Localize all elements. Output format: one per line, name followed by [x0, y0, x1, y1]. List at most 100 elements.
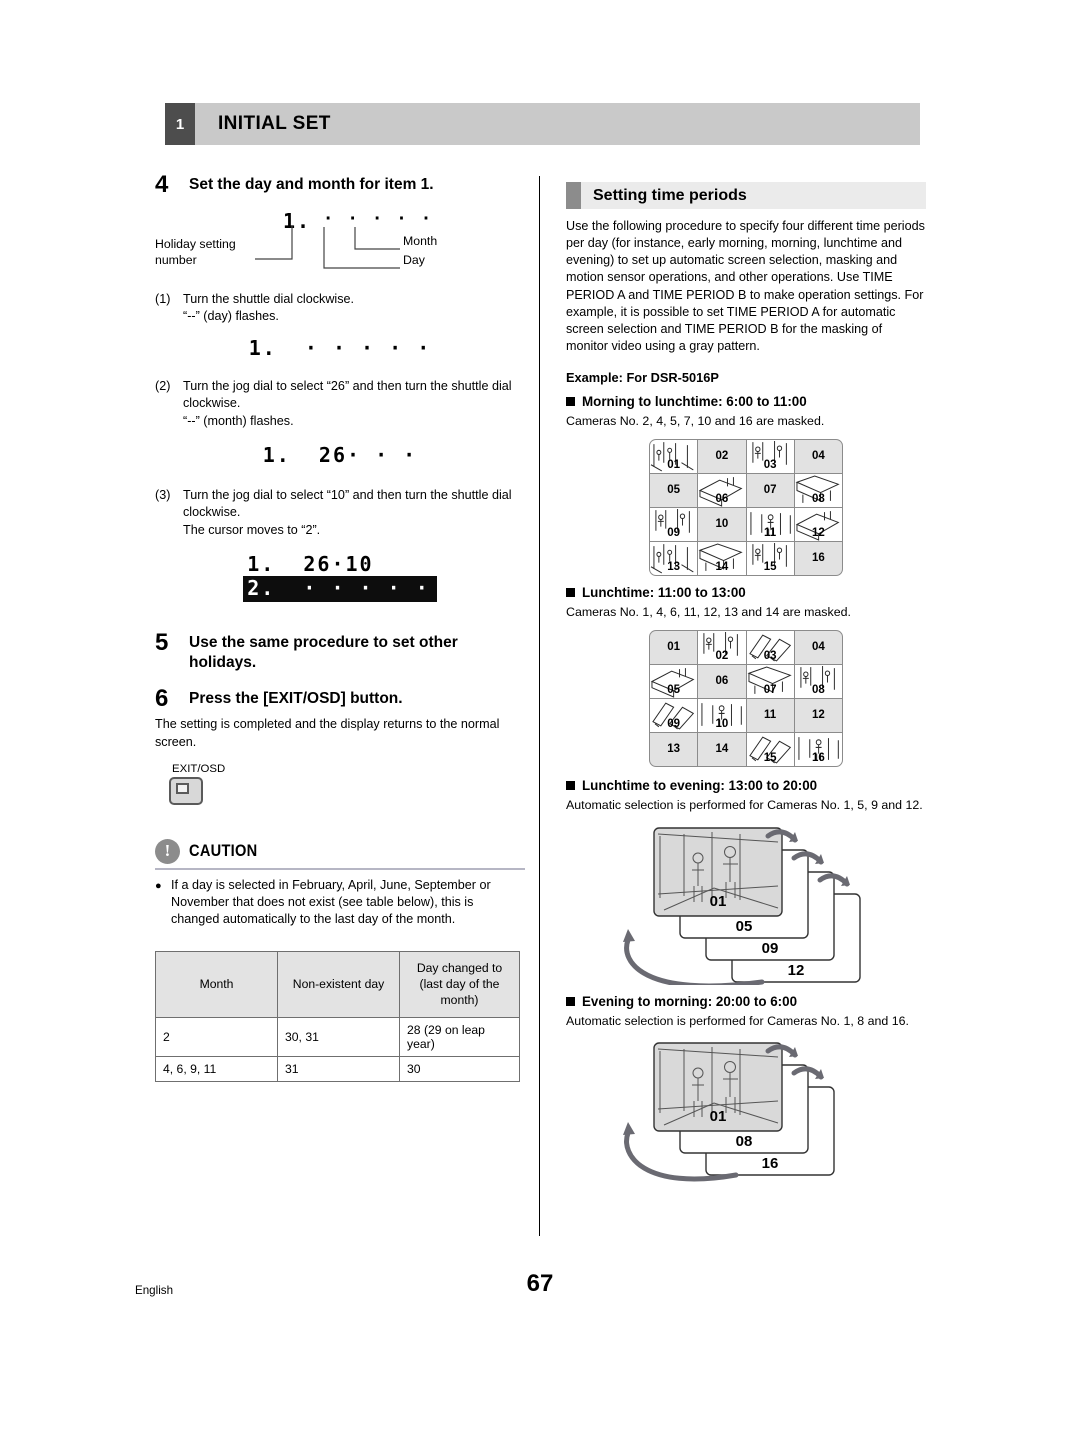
- bullet-icon: ●: [155, 879, 162, 892]
- example-label: Example: For DSR-5016P: [566, 370, 719, 385]
- camera-cell: 08: [794, 473, 842, 507]
- svg-text:01: 01: [710, 1108, 727, 1125]
- camera-number: 15: [763, 751, 777, 764]
- caution-header: ! CAUTION: [155, 838, 525, 864]
- button-led-icon: [176, 783, 189, 795]
- camera-number: 10: [715, 518, 729, 531]
- svg-text:12: 12: [788, 962, 805, 979]
- step-6: 6 Press the [EXIT/OSD] button.: [155, 686, 525, 711]
- camera-cell: 02: [698, 630, 746, 664]
- camera-cell: 14: [698, 541, 746, 575]
- camera-cell-masked: 16: [794, 541, 842, 575]
- step-6-title: Press the [EXIT/OSD] button.: [189, 690, 403, 708]
- square-bullet-icon: [566, 587, 575, 597]
- camera-number: 06: [715, 675, 729, 688]
- right-column: Setting time periods Use the following p…: [566, 182, 926, 1190]
- camera-cell-masked: 04: [794, 630, 842, 664]
- camera-cell: 07: [746, 664, 794, 698]
- time-block-lunchtime-evening: Lunchtime to evening: 13:00 to 20:00 Aut…: [566, 778, 926, 988]
- block-heading: Lunchtime: 11:00 to 13:00: [566, 585, 926, 600]
- camera-number: 11: [764, 709, 777, 722]
- column-divider: [539, 176, 540, 1236]
- substep-1-number: (1): [155, 292, 171, 306]
- camera-number: 07: [763, 484, 777, 497]
- chapter-header: 1 INITIAL SET: [165, 103, 920, 145]
- camera-cell: 03: [746, 439, 794, 473]
- camera-cell-masked: 14: [698, 732, 746, 766]
- camera-number: 15: [763, 560, 777, 573]
- camera-cell: 08: [794, 664, 842, 698]
- camera-cell: 15: [746, 541, 794, 575]
- camera-number: 12: [811, 526, 825, 539]
- stack-diagram-svg: 12 09 05 01: [623, 826, 861, 988]
- camera-cell-masked: 02: [698, 439, 746, 473]
- caution-divider: [155, 867, 525, 870]
- camera-cell-masked: 11: [746, 698, 794, 732]
- lcd-display-line1: 1. 26·10: [247, 552, 374, 576]
- substep-2: (2) Turn the jog dial to select “26” and…: [155, 378, 525, 430]
- caution-block: ! CAUTION ● If a day is selected in Febr…: [155, 838, 525, 1083]
- col-header-month: Month: [155, 950, 278, 1019]
- camera-number: 06: [715, 492, 729, 505]
- camera-grid-container: 01 02 03 04 05 06 07 08 09 10 11 12 13 1…: [566, 629, 926, 767]
- callout-leader-lines: [255, 226, 400, 269]
- caution-item: ● If a day is selected in February, Apri…: [155, 877, 525, 929]
- camera-number: 07: [763, 683, 777, 696]
- camera-sequence-diagram: 12 09 05 01: [566, 820, 926, 988]
- exclamation-icon: !: [155, 838, 180, 864]
- hdr3-line3: month): [440, 992, 479, 1007]
- cell-month: 2: [155, 1017, 278, 1058]
- square-bullet-icon: [566, 397, 575, 406]
- camera-grid: 01 02 03 04 05 06 07 08 09 10 11 12 13 1…: [649, 629, 843, 767]
- camera-cell-masked: 04: [794, 439, 842, 473]
- camera-number: 03: [763, 458, 777, 471]
- camera-cell: 06: [698, 473, 746, 507]
- square-bullet-icon: [566, 996, 575, 1006]
- step-4-number: 4: [155, 171, 169, 198]
- camera-cell: 11: [746, 507, 794, 541]
- camera-number: 01: [667, 641, 681, 654]
- camera-number: 16: [811, 751, 825, 764]
- cell-changed: 28 (29 on leap year): [399, 1017, 520, 1058]
- camera-number: 16: [811, 552, 825, 565]
- camera-cell-masked: 01: [650, 630, 698, 664]
- lcd-display: 1. 26· · ·: [262, 442, 418, 467]
- camera-number: 05: [667, 683, 681, 696]
- camera-number: 04: [811, 450, 825, 463]
- block-note: Automatic selection is performed for Cam…: [566, 1013, 909, 1028]
- footer-page-number: 67: [526, 1270, 554, 1297]
- block-heading: Evening to morning: 20:00 to 6:00: [566, 994, 926, 1009]
- camera-number: 10: [715, 717, 729, 730]
- time-block-lunchtime: Lunchtime: 11:00 to 13:00 Cameras No. 1,…: [566, 585, 926, 767]
- svg-text:01: 01: [710, 893, 727, 910]
- svg-text:08: 08: [736, 1133, 753, 1150]
- camera-number: 12: [811, 709, 825, 722]
- time-block-evening-morning: Evening to morning: 20:00 to 6:00 Automa…: [566, 994, 926, 1191]
- substep-3-number: (3): [155, 487, 171, 502]
- camera-cell-masked: 10: [698, 507, 746, 541]
- lcd-display: 1. · · · · ·: [248, 335, 432, 360]
- camera-cell: 16: [794, 732, 842, 766]
- lcd-display-line2-selected: 2. · · · · ·: [243, 576, 437, 602]
- block-heading: Morning to lunchtime: 6:00 to 11:00: [566, 394, 926, 409]
- camera-number: 03: [763, 649, 777, 662]
- svg-text:16: 16: [762, 1155, 779, 1172]
- camera-cell: 05: [650, 664, 698, 698]
- step-4-title: Set the day and month for item 1.: [189, 176, 434, 193]
- chapter-title: INITIAL SET: [218, 113, 331, 134]
- cell-month: 4, 6, 9, 11: [155, 1056, 278, 1083]
- step-5: 5 Use the same procedure to set other ho…: [155, 630, 525, 673]
- camera-number: 02: [715, 649, 729, 662]
- camera-grid: 01 02 03 04 05 06 07 08 09 10 11 12 13 1…: [649, 438, 843, 576]
- step-5-number: 5: [155, 628, 169, 656]
- camera-cell: 09: [650, 507, 698, 541]
- left-column: 4 Set the day and month for item 1. 1. ·…: [155, 171, 525, 1083]
- camera-number: 14: [715, 560, 729, 573]
- step-6-number: 6: [155, 685, 169, 713]
- exit-osd-button-icon: [169, 776, 203, 805]
- cell-nonexistent: 31: [277, 1056, 400, 1083]
- camera-cell: 03: [746, 630, 794, 664]
- block-note: Cameras No. 1, 4, 6, 11, 12, 13 and 14 a…: [566, 604, 851, 619]
- svg-text:09: 09: [762, 940, 779, 957]
- substep-2-lcd: 1. 26· · ·: [155, 442, 525, 467]
